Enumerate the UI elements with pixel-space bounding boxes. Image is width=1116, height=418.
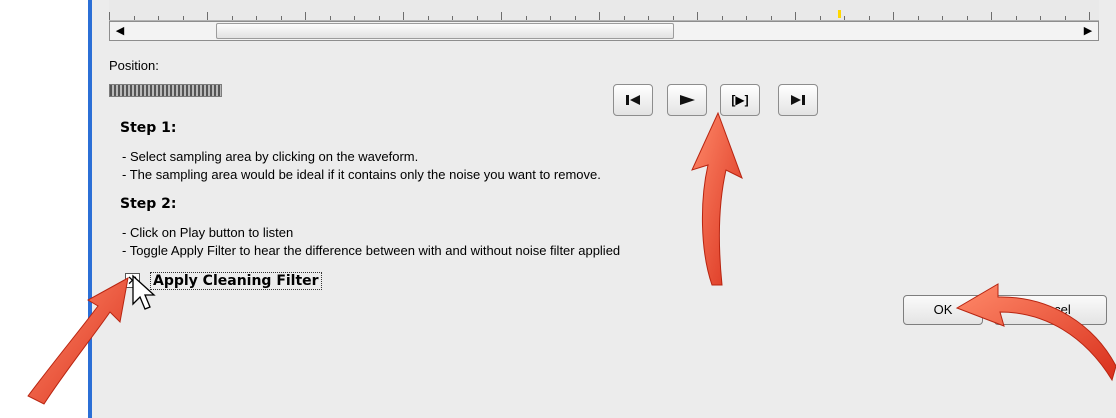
arrow-to-ok-button-icon [955,283,1116,382]
arrow-to-play-button-icon [691,111,743,286]
annotation-arrows [27,111,1116,405]
arrow-to-checkbox-icon [27,277,129,405]
